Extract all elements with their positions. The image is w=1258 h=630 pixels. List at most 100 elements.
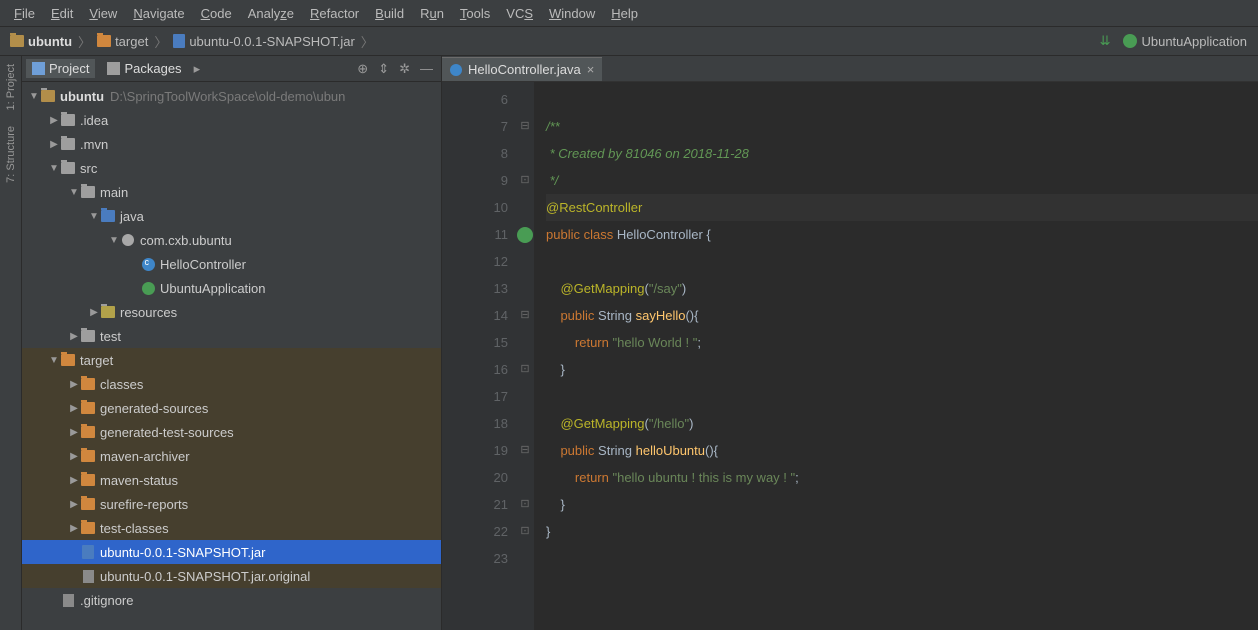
tree-gitignore[interactable]: .gitignore bbox=[22, 588, 441, 612]
breadcrumb-target[interactable]: target bbox=[93, 30, 152, 52]
menu-file[interactable]: File bbox=[6, 6, 43, 21]
build-icon[interactable]: ⇊ bbox=[1100, 33, 1111, 49]
tree-src[interactable]: ▼src bbox=[22, 156, 441, 180]
code-line bbox=[546, 545, 1258, 572]
code-line bbox=[546, 383, 1258, 410]
line-number: 16 bbox=[442, 356, 508, 383]
navigation-bar: ubuntu 〉 target 〉 ubuntu-0.0.1-SNAPSHOT.… bbox=[0, 26, 1258, 56]
hide-icon[interactable]: — bbox=[420, 61, 433, 77]
tree-surefire-reports[interactable]: ▶surefire-reports bbox=[22, 492, 441, 516]
tree-generated-sources[interactable]: ▶generated-sources bbox=[22, 396, 441, 420]
tree-resources[interactable]: ▶resources bbox=[22, 300, 441, 324]
project-tree: ▼ ubuntu D:\SpringToolWorkSpace\old-demo… bbox=[22, 82, 441, 630]
tree-test-classes[interactable]: ▶test-classes bbox=[22, 516, 441, 540]
line-number: 9 bbox=[442, 167, 508, 194]
line-number: 20 bbox=[442, 464, 508, 491]
fold-icon[interactable]: ⊟ bbox=[516, 302, 534, 329]
tree-jar-selected[interactable]: ubuntu-0.0.1-SNAPSHOT.jar bbox=[22, 540, 441, 564]
menu-analyze[interactable]: Analyze bbox=[240, 6, 302, 21]
breadcrumb-root[interactable]: ubuntu bbox=[6, 30, 76, 52]
source-code[interactable]: /** * Created by 81046 on 2018-11-28 */ … bbox=[534, 82, 1258, 630]
editor-tab-hellocontroller[interactable]: HelloController.java × bbox=[442, 57, 602, 81]
menu-help[interactable]: Help bbox=[603, 6, 646, 21]
tree-jar-original[interactable]: ubuntu-0.0.1-SNAPSHOT.jar.original bbox=[22, 564, 441, 588]
tree-maven-archiver[interactable]: ▶maven-archiver bbox=[22, 444, 441, 468]
project-view-tab[interactable]: Project bbox=[26, 59, 95, 78]
line-number: 13 bbox=[442, 275, 508, 302]
line-number: 14 bbox=[442, 302, 508, 329]
code-line: public class HelloController { bbox=[546, 221, 1258, 248]
toolwindow-structure-tab[interactable]: 7: Structure bbox=[5, 118, 17, 191]
tree-test[interactable]: ▶test bbox=[22, 324, 441, 348]
run-config-label: UbuntuApplication bbox=[1141, 34, 1247, 49]
code-line bbox=[546, 248, 1258, 275]
menu-edit[interactable]: Edit bbox=[43, 6, 81, 21]
toolwindow-project-tab[interactable]: 1: Project bbox=[5, 56, 17, 118]
tree-generated-test-sources[interactable]: ▶generated-test-sources bbox=[22, 420, 441, 444]
expand-icon[interactable]: ▸ bbox=[194, 61, 201, 77]
breadcrumb-jar[interactable]: ubuntu-0.0.1-SNAPSHOT.jar bbox=[169, 30, 358, 52]
settings-icon[interactable]: ✲ bbox=[399, 61, 410, 77]
menu-code[interactable]: Code bbox=[193, 6, 240, 21]
code-line: return "hello ubuntu ! this is my way ! … bbox=[546, 464, 1258, 491]
line-number: 17 bbox=[442, 383, 508, 410]
run-gutter-icon[interactable] bbox=[517, 227, 533, 243]
code-line bbox=[546, 86, 1258, 113]
tree-java[interactable]: ▼java bbox=[22, 204, 441, 228]
tree-main[interactable]: ▼main bbox=[22, 180, 441, 204]
project-path: D:\SpringToolWorkSpace\old-demo\ubun bbox=[104, 89, 345, 104]
menu-build[interactable]: Build bbox=[367, 6, 412, 21]
folder-icon bbox=[97, 35, 111, 47]
menu-tools[interactable]: Tools bbox=[452, 6, 498, 21]
project-pane-header: Project Packages ▸ ⊕ ⇕ ✲ — bbox=[22, 56, 441, 82]
tree-package[interactable]: ▼com.cxb.ubuntu bbox=[22, 228, 441, 252]
code-line: } bbox=[546, 518, 1258, 545]
run-config-selector[interactable]: UbuntuApplication bbox=[1118, 32, 1252, 51]
fold-icon[interactable]: ⊟ bbox=[516, 437, 534, 464]
fold-end-icon[interactable]: ⊡ bbox=[516, 491, 534, 518]
tree-mvn[interactable]: ▶.mvn bbox=[22, 132, 441, 156]
tree-target[interactable]: ▼target bbox=[22, 348, 441, 372]
fold-end-icon[interactable]: ⊡ bbox=[516, 167, 534, 194]
folder-icon bbox=[10, 35, 24, 47]
breadcrumb-label: target bbox=[115, 34, 148, 49]
menu-vcs[interactable]: VCS bbox=[498, 6, 541, 21]
menu-view[interactable]: View bbox=[81, 6, 125, 21]
jar-icon bbox=[173, 34, 185, 48]
line-number: 10 bbox=[442, 194, 508, 221]
tree-maven-status[interactable]: ▶maven-status bbox=[22, 468, 441, 492]
line-number: 22 bbox=[442, 518, 508, 545]
code-editor[interactable]: 67891011121314151617181920212223 ⊟ ⊡ ⊟ ⊡… bbox=[442, 82, 1258, 630]
chevron-right-icon: 〉 bbox=[359, 32, 376, 51]
menu-window[interactable]: Window bbox=[541, 6, 603, 21]
tab-label: HelloController.java bbox=[468, 62, 581, 77]
line-number: 18 bbox=[442, 410, 508, 437]
locate-icon[interactable]: ⊕ bbox=[357, 61, 368, 77]
tab-label: Packages bbox=[124, 61, 181, 76]
line-number: 15 bbox=[442, 329, 508, 356]
code-line: } bbox=[546, 491, 1258, 518]
collapse-icon[interactable]: ⇕ bbox=[378, 61, 389, 77]
code-line: public String sayHello(){ bbox=[546, 302, 1258, 329]
tree-hellocontroller[interactable]: HelloController bbox=[22, 252, 441, 276]
menu-navigate[interactable]: Navigate bbox=[125, 6, 192, 21]
fold-icon[interactable]: ⊟ bbox=[516, 113, 534, 140]
spring-boot-icon bbox=[1123, 34, 1137, 48]
close-tab-icon[interactable]: × bbox=[587, 62, 595, 77]
code-line: @GetMapping("/say") bbox=[546, 275, 1258, 302]
tree-idea[interactable]: ▶.idea bbox=[22, 108, 441, 132]
menu-refactor[interactable]: Refactor bbox=[302, 6, 367, 21]
line-number: 8 bbox=[442, 140, 508, 167]
tree-classes[interactable]: ▶classes bbox=[22, 372, 441, 396]
menu-run[interactable]: Run bbox=[412, 6, 452, 21]
tree-ubuntuapplication[interactable]: UbuntuApplication bbox=[22, 276, 441, 300]
code-line: public String helloUbuntu(){ bbox=[546, 437, 1258, 464]
fold-end-icon[interactable]: ⊡ bbox=[516, 356, 534, 383]
code-line: @GetMapping("/hello") bbox=[546, 410, 1258, 437]
packages-icon bbox=[107, 62, 120, 75]
fold-end-icon[interactable]: ⊡ bbox=[516, 518, 534, 545]
packages-view-tab[interactable]: Packages bbox=[101, 59, 187, 78]
line-number: 7 bbox=[442, 113, 508, 140]
breadcrumb-label: ubuntu bbox=[28, 34, 72, 49]
tree-project-root[interactable]: ▼ ubuntu D:\SpringToolWorkSpace\old-demo… bbox=[22, 84, 441, 108]
